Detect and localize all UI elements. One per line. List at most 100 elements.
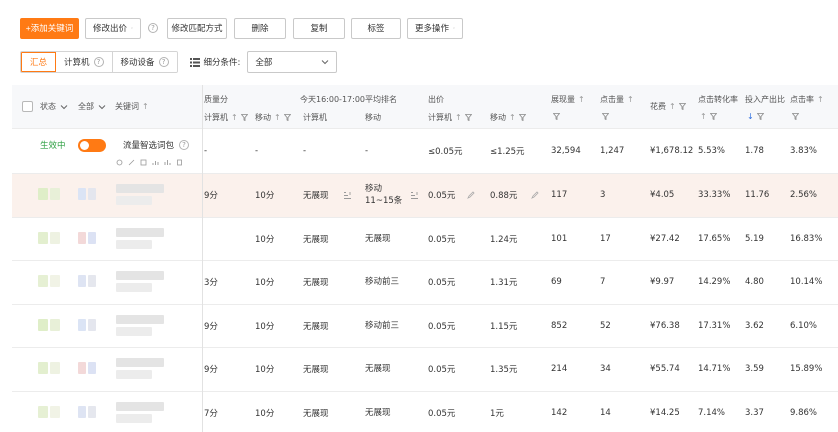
rank-detail-icon[interactable] [410, 191, 419, 200]
roi-controls[interactable]: ↓ [747, 112, 764, 121]
redacted-content [116, 413, 152, 423]
bid-mobile-cell[interactable]: 1.31元 [490, 261, 517, 304]
sort-icon[interactable]: ↑ [142, 102, 149, 111]
sort-desc-icon[interactable]: ↓ [747, 112, 754, 121]
bid-mobile[interactable]: 移动 ↑ [490, 112, 526, 123]
column-impressions[interactable]: 展现量 ↑ [551, 94, 585, 105]
edit-icon[interactable] [128, 159, 135, 166]
help-icon[interactable]: ? [93, 57, 104, 67]
sort-icon[interactable]: ↑ [274, 113, 281, 122]
bid-pc-cell[interactable]: 0.05元 [428, 218, 455, 261]
clicks-cell: 3 [600, 190, 606, 201]
table-row[interactable]: 7分 10分 无展现 无展现 0.05元 1元 142 14 ¥14.25 7.14% 3.37 9.… [12, 392, 838, 432]
chevron-down-icon [322, 60, 329, 65]
quality-computer[interactable]: 计算机 ↑ [204, 112, 248, 123]
report-icon[interactable] [140, 159, 147, 166]
bid-mobile-cell[interactable]: 1元 [490, 392, 504, 432]
cvr-cell: 17.31% [698, 320, 731, 331]
redacted-content [38, 275, 48, 287]
sort-icon[interactable]: ↑ [700, 112, 707, 121]
table-row[interactable]: 3分 10分 无展现 移动前三 0.05元 1.31元 69 7 ¥9.97 14.29% 4.80… [12, 261, 838, 305]
table-row[interactable]: 9分 10分 无展现 无展现 0.05元 1.35元 214 34 ¥55.74 14.71% 3.… [12, 348, 838, 392]
filter-icon[interactable] [518, 114, 526, 121]
impressions-cell: 852 [551, 320, 568, 331]
settings-icon[interactable] [116, 159, 123, 166]
table-row[interactable]: 10分 无展现 无展现 0.05元 1.24元 101 17 ¥27.42 17.65% 5.19… [12, 218, 838, 261]
help-icon[interactable]: ? [148, 23, 158, 33]
table-row[interactable]: 9分 10分 无展现 移动前三 0.05元 1.15元 852 52 ¥76.38 17.31% 3… [12, 305, 838, 348]
bid-mobile-cell[interactable]: 1.35元 [490, 348, 517, 391]
rank-mobile-cell: 无展现 [365, 233, 391, 244]
quality-mobile[interactable]: 移动 ↑ [255, 112, 291, 123]
tab-mobile[interactable]: 移动设备 ? [112, 52, 177, 72]
impressions-cell: 117 [551, 190, 568, 201]
roi-label: 投入产出比 [745, 95, 785, 104]
filter-icon[interactable] [792, 113, 799, 120]
segment-select[interactable]: 全部 [247, 51, 338, 73]
modify-bid-button[interactable]: 修改出价 [85, 17, 141, 39]
column-status[interactable]: 状态 [40, 101, 68, 112]
rank-detail-icon[interactable] [343, 191, 352, 200]
bid-pc-cell[interactable]: 0.05元 [428, 305, 455, 348]
bid-mobile-cell[interactable]: 1.24元 [490, 218, 517, 261]
bid-pc-cell[interactable]: 0.05元 [428, 174, 455, 217]
more-actions-button[interactable]: 更多操作 [407, 17, 463, 39]
bar-chart-icon[interactable] [152, 159, 159, 166]
cvr-controls[interactable]: ↑ [700, 112, 717, 121]
ctr-cell: 2.56% [790, 190, 818, 201]
filter-icon[interactable] [464, 114, 472, 121]
sort-icon[interactable]: ↑ [817, 95, 824, 104]
edit-icon[interactable] [531, 191, 539, 199]
redacted-content [78, 405, 86, 418]
clicks-cell: 14 [600, 407, 611, 418]
filter-icon[interactable] [240, 114, 248, 121]
column-chart-icon[interactable] [164, 159, 171, 166]
sort-icon[interactable]: ↑ [231, 113, 238, 122]
column-all[interactable]: 全部 [78, 101, 106, 112]
building-icon[interactable] [176, 159, 183, 166]
list-filter-icon [189, 57, 200, 67]
bid-mobile-cell[interactable]: 1.15元 [490, 305, 517, 348]
bid-computer[interactable]: 计算机 ↑ [428, 112, 472, 123]
quality-mobile-cell: 10分 [255, 234, 275, 245]
quality-mobile-cell: 10分 [255, 365, 275, 376]
filter-icon[interactable] [678, 103, 686, 110]
status-toggle[interactable] [78, 139, 106, 152]
add-keyword-button[interactable]: +添加关键词 [20, 17, 79, 39]
redacted-content [116, 326, 152, 336]
bid-mobile-cell[interactable]: 0.88元 [490, 174, 517, 217]
rank-pc-cell: 无展现 [303, 408, 329, 419]
table-row[interactable]: 9分 10分 无展现 移动11~15条 0.05元 0.88元 117 3 ¥4.05 33.33… [12, 174, 838, 218]
modify-match-button[interactable]: 修改匹配方式 [167, 17, 227, 39]
column-cost[interactable]: 花费 ↑ [650, 101, 686, 112]
tag-button[interactable]: 标签 [351, 17, 401, 39]
tab-computer[interactable]: 计算机 ? [56, 52, 113, 72]
column-keyword[interactable]: 关键词 ↑ [115, 101, 149, 112]
ctr-label: 点击率 [790, 95, 814, 104]
filter-icon[interactable] [602, 113, 609, 120]
redacted-content [88, 318, 96, 331]
bid-pc-cell[interactable]: 0.05元 [428, 261, 455, 304]
tab-summary[interactable]: 汇总 [21, 52, 57, 72]
sort-icon[interactable]: ↑ [627, 95, 634, 104]
sort-icon[interactable]: ↑ [578, 95, 585, 104]
delete-button[interactable]: 删除 [234, 17, 286, 39]
bid-pc-cell[interactable]: 0.05元 [428, 348, 455, 391]
column-ctr[interactable]: 点击率 ↑ [790, 94, 824, 105]
filter-icon[interactable] [553, 113, 560, 120]
filter-icon[interactable] [283, 114, 291, 121]
row-action-icons [116, 159, 183, 166]
column-clicks[interactable]: 点击量 ↑ [600, 94, 634, 105]
sort-icon[interactable]: ↑ [509, 113, 516, 122]
filter-icon[interactable] [709, 113, 717, 120]
help-icon[interactable]: ? [179, 140, 190, 150]
copy-button[interactable]: 复制 [293, 17, 345, 39]
frozen-column-divider [202, 85, 203, 432]
edit-icon[interactable] [467, 191, 475, 199]
help-icon[interactable]: ? [158, 57, 169, 67]
filter-icon[interactable] [756, 113, 764, 120]
bid-pc-cell[interactable]: 0.05元 [428, 392, 455, 432]
sort-icon[interactable]: ↑ [669, 102, 676, 111]
select-all-checkbox[interactable] [22, 101, 33, 112]
sort-icon[interactable]: ↑ [455, 113, 462, 122]
